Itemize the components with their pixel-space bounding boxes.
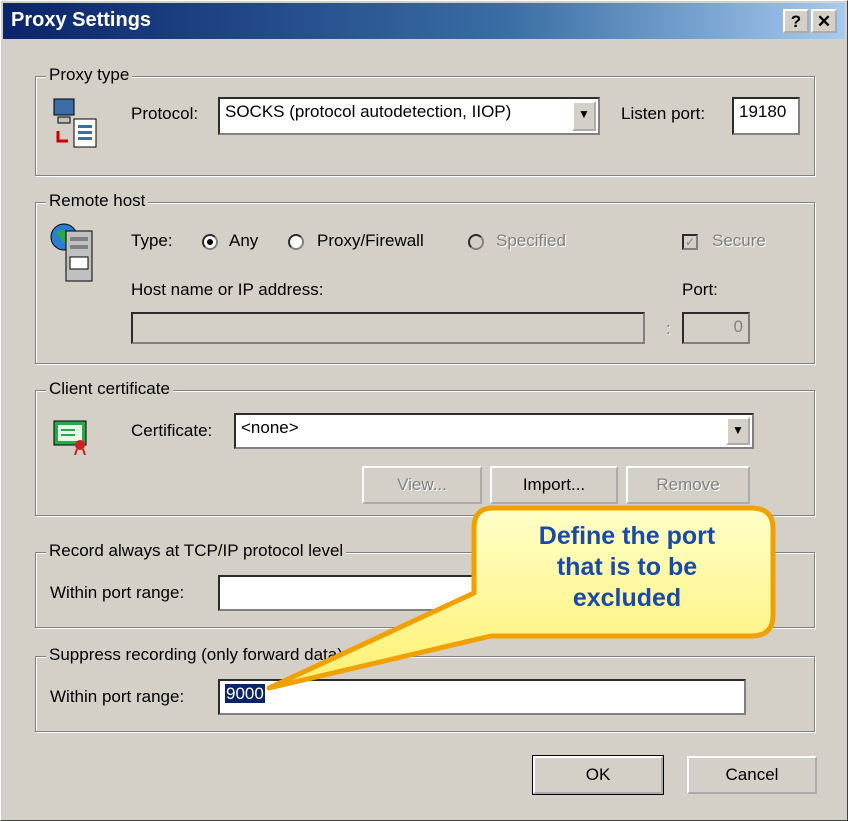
port-colon: :: [666, 319, 671, 338]
title-bar[interactable]: Proxy Settings ? ✕: [3, 3, 845, 39]
remote-host-group: Remote host Type: Any Proxy/Firewall Spe…: [35, 191, 815, 364]
protocol-label: Protocol:: [131, 104, 199, 123]
certificate-icon: [53, 420, 87, 455]
listen-port-label: Listen port:: [621, 104, 706, 123]
protocol-value: SOCKS (protocol autodetection, IIOP): [225, 102, 512, 121]
proxy-type-legend: Proxy type: [46, 65, 133, 85]
suppress-port-range-value: 9000: [225, 684, 265, 703]
close-button[interactable]: ✕: [811, 9, 837, 33]
cancel-button[interactable]: Cancel: [687, 756, 817, 794]
host-label: Host name or IP address:: [131, 280, 324, 299]
certificate-value: <none>: [241, 418, 299, 437]
radio-specified-label: Specified: [496, 231, 566, 250]
protocol-select[interactable]: SOCKS (protocol autodetection, IIOP) ▼: [218, 97, 600, 135]
record-port-range-label: Within port range:: [50, 583, 185, 602]
type-label: Type:: [131, 231, 173, 250]
server-globe-icon: [50, 223, 93, 282]
secure-label: Secure: [712, 231, 766, 250]
radio-specified[interactable]: [468, 234, 484, 250]
listen-port-input[interactable]: 19180: [732, 97, 800, 135]
host-input[interactable]: [131, 312, 645, 344]
port-label: Port:: [682, 280, 718, 299]
certificate-select[interactable]: <none> ▼: [234, 413, 754, 449]
client-certificate-legend: Client certificate: [46, 379, 173, 399]
port-input[interactable]: 0: [682, 312, 750, 344]
chevron-down-icon[interactable]: ▼: [572, 101, 596, 131]
radio-proxy-firewall[interactable]: [288, 234, 304, 250]
suppress-port-range-label: Within port range:: [50, 687, 185, 706]
callout-line-3: excluded: [572, 584, 682, 612]
dialog-title: Proxy Settings: [11, 9, 152, 31]
radio-any[interactable]: [202, 234, 218, 250]
chevron-down-icon[interactable]: ▼: [726, 417, 750, 445]
radio-any-label: Any: [229, 231, 259, 250]
callout-line-2: that is to be: [556, 553, 698, 581]
port-value: 0: [733, 317, 743, 336]
proxy-type-group: Proxy type Protocol: SOCKS (protocol aut…: [35, 65, 815, 176]
network-protocol-icon: [53, 98, 97, 148]
secure-checkbox[interactable]: ✓: [682, 234, 698, 250]
ok-button[interactable]: OK: [532, 755, 664, 795]
radio-proxy-firewall-label: Proxy/Firewall: [317, 231, 424, 250]
proxy-settings-dialog: Proxy Settings ? ✕ Proxy type Protocol: …: [0, 0, 848, 821]
remote-host-legend: Remote host: [46, 191, 149, 211]
callout-line-1: Define the port: [538, 522, 716, 550]
help-button[interactable]: ?: [783, 9, 809, 33]
certificate-label: Certificate:: [131, 421, 213, 440]
listen-port-value: 19180: [739, 102, 787, 121]
callout-text: Define the port that is to be excluded: [474, 521, 780, 614]
